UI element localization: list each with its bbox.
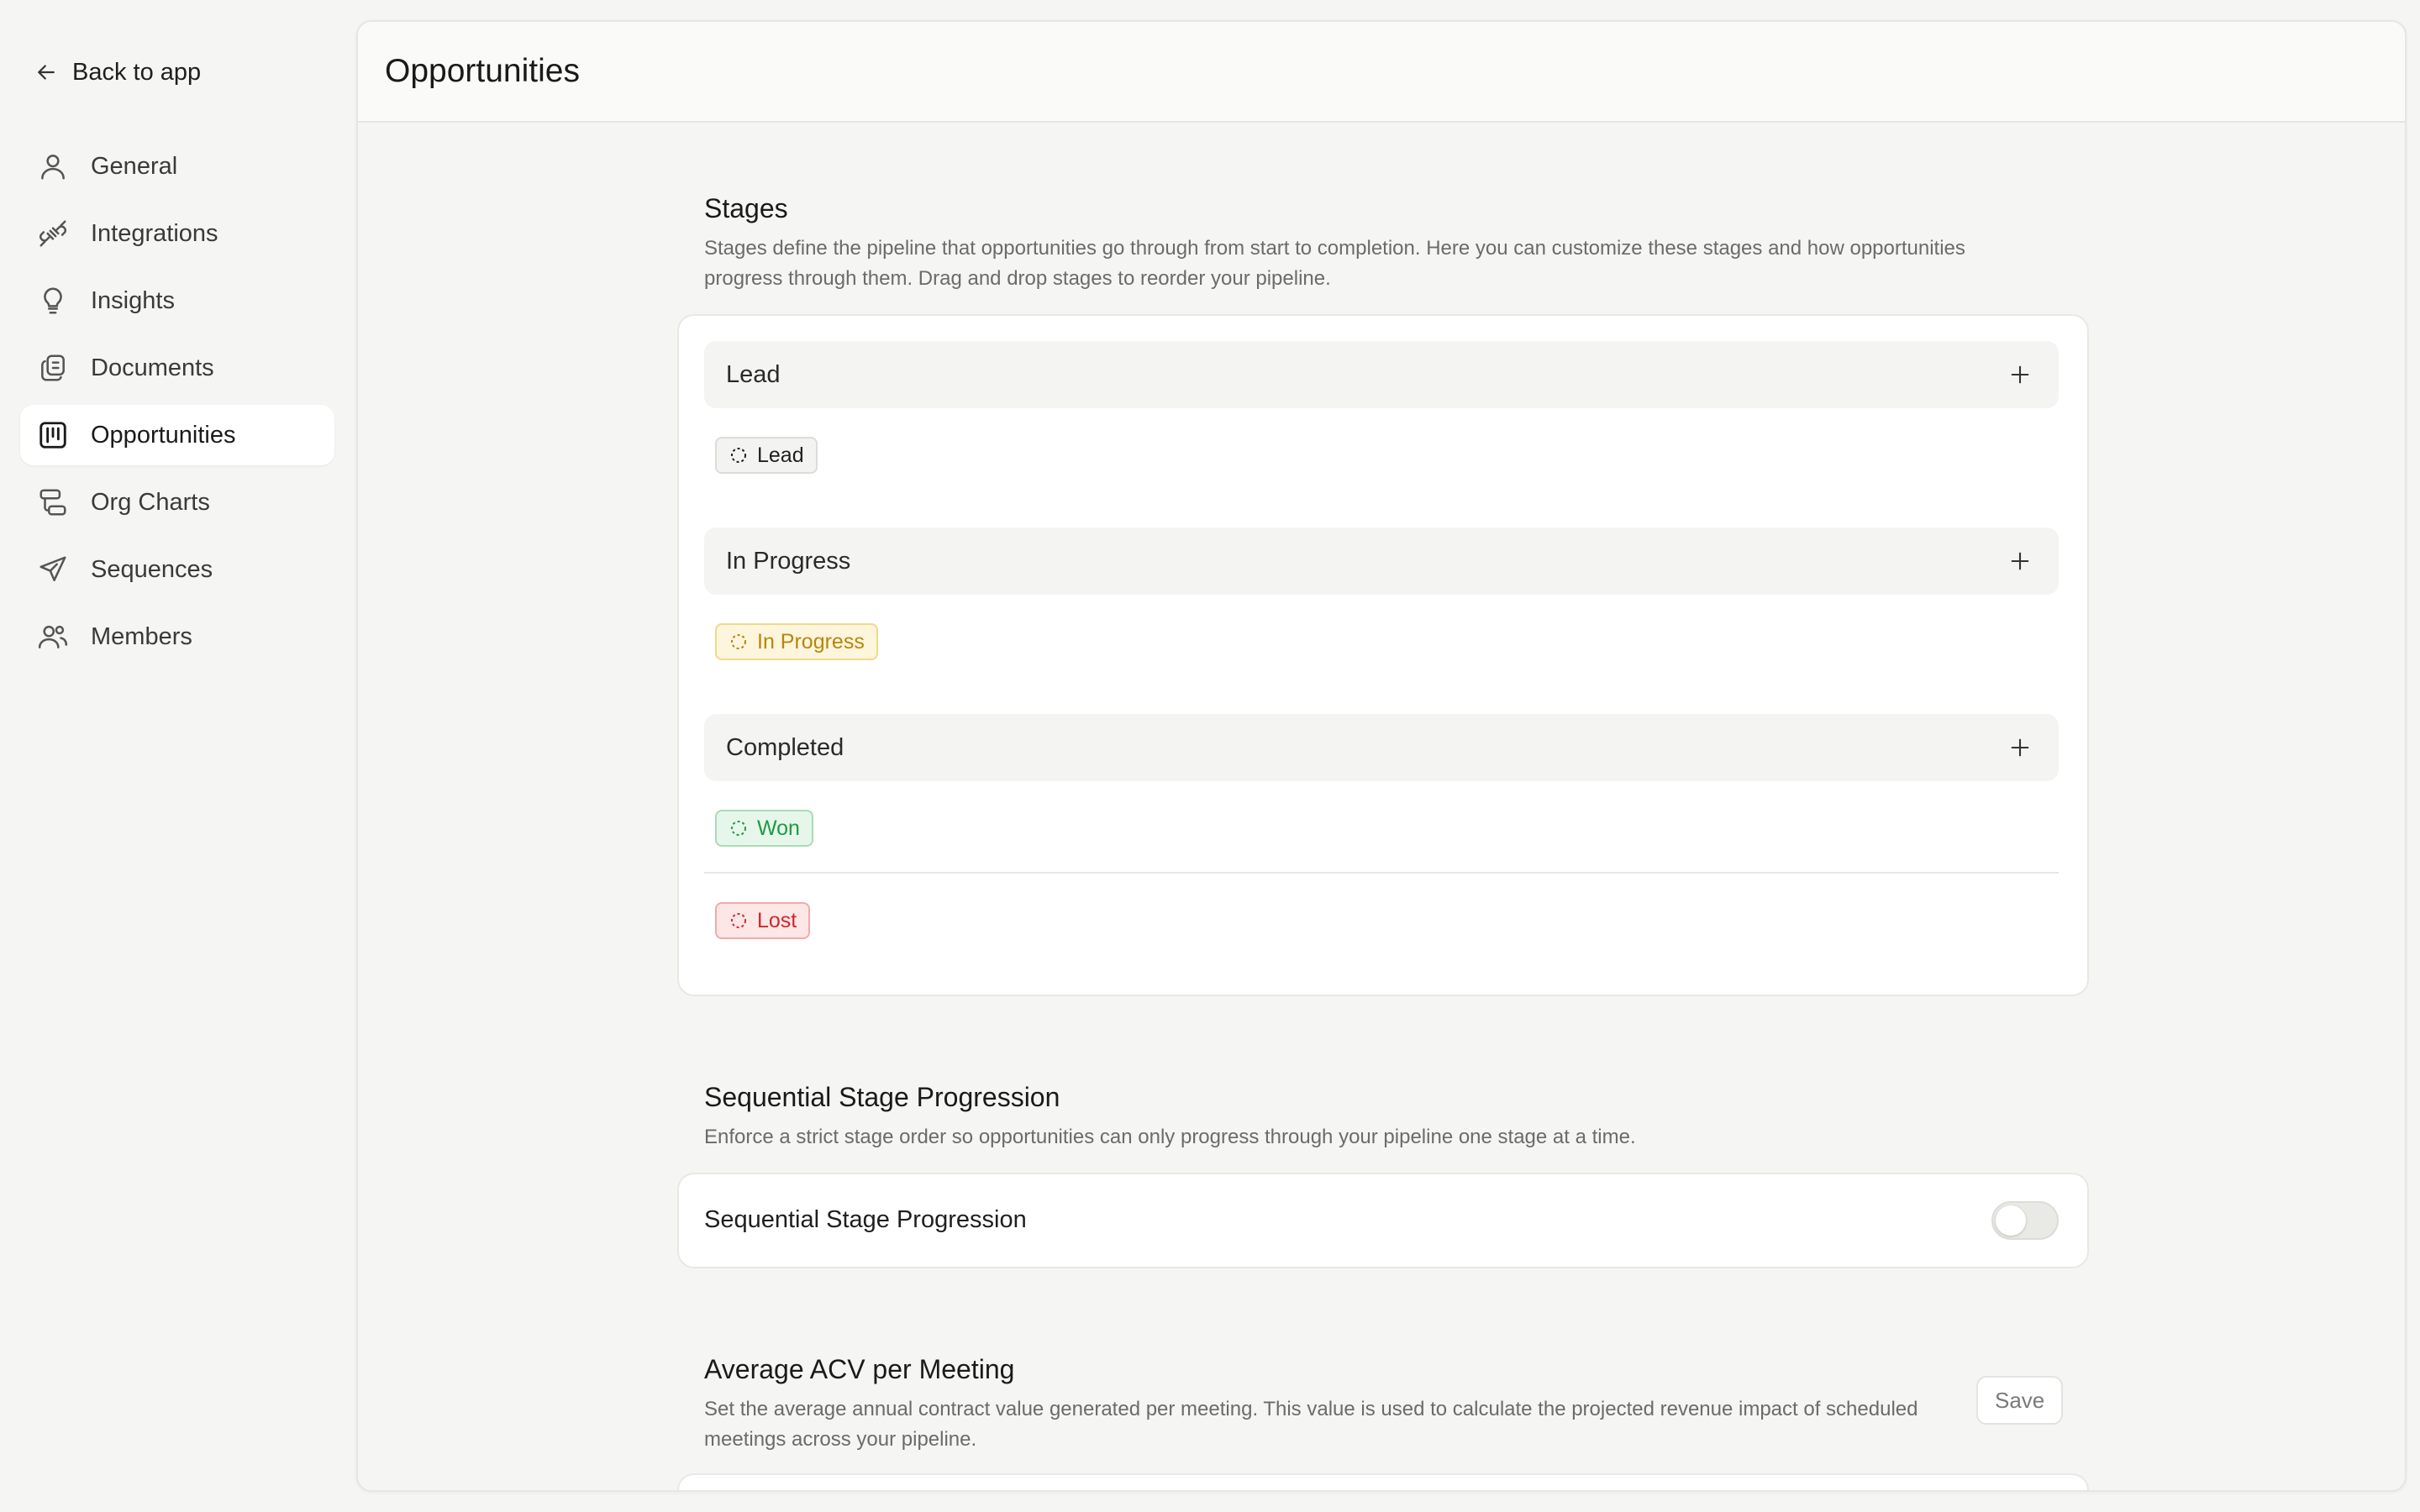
stage-badge-lost[interactable]: Lost: [715, 902, 811, 939]
lightbulb-icon: [44, 287, 62, 314]
sidebar-item-general[interactable]: General: [20, 136, 334, 197]
sidebar-item-label: Opportunities: [91, 421, 236, 449]
dashed-circle-icon: [731, 634, 746, 649]
plus-icon: [2011, 738, 2029, 757]
stage-badge-label: Won: [757, 816, 800, 840]
stage-group-lead[interactable]: Lead: [704, 341, 2059, 408]
settings-sidebar: Back to app General Integrations Insight…: [0, 0, 353, 1512]
back-to-app-label: Back to app: [72, 58, 202, 86]
toggle-knob: [1996, 1205, 2026, 1236]
settings-nav: General Integrations Insights Documents …: [20, 136, 334, 674]
sidebar-item-documents[interactable]: Documents: [20, 338, 334, 398]
stage-group-name: Lead: [726, 360, 781, 388]
arrow-left-icon: [38, 65, 55, 80]
stages-section-description: Stages define the pipeline that opportun…: [704, 237, 1965, 290]
org-chart-icon: [39, 489, 66, 516]
back-to-app-link[interactable]: Back to app: [34, 55, 201, 89]
sidebar-item-opportunities[interactable]: Opportunities: [20, 405, 334, 465]
stage-badge-label: In Progress: [757, 629, 865, 654]
sidebar-item-sequences[interactable]: Sequences: [20, 539, 334, 600]
kanban-icon: [39, 422, 66, 449]
page-header: Opportunities: [358, 22, 2405, 123]
stage-badge-lead[interactable]: Lead: [715, 437, 818, 474]
stages-section-title: Stages: [704, 193, 788, 223]
documents-icon: [41, 354, 65, 381]
sidebar-item-label: Insights: [91, 286, 175, 314]
sidebar-item-label: Integrations: [91, 219, 218, 247]
dashed-circle-icon: [731, 913, 746, 928]
sequential-section-description: Enforce a strict stage order so opportun…: [704, 1126, 1636, 1148]
page-title: Opportunities: [385, 53, 580, 89]
plug-icon: [39, 220, 66, 247]
stage-badge-in-progress[interactable]: In Progress: [715, 623, 878, 660]
stage-group-name: Completed: [726, 733, 844, 761]
users-icon: [38, 625, 68, 648]
sidebar-item-label: Members: [91, 622, 192, 650]
sequential-toggle[interactable]: [1991, 1201, 2059, 1240]
stage-group-name: In Progress: [726, 547, 851, 575]
sidebar-item-org-charts[interactable]: Org Charts: [20, 472, 334, 533]
plus-icon: [2011, 552, 2029, 570]
sidebar-item-label: Documents: [91, 354, 214, 381]
dashed-circle-icon: [731, 448, 746, 463]
stages-card: Lead Lead In Progress In Progress Comple…: [677, 314, 2089, 996]
stage-group-in-progress[interactable]: In Progress: [704, 528, 2059, 595]
plus-icon: [2011, 365, 2029, 384]
add-stage-button[interactable]: [2003, 544, 2037, 578]
stage-divider: [704, 872, 2059, 874]
sidebar-item-members[interactable]: Members: [20, 606, 334, 667]
main-panel: Opportunities Stages Stages define the p…: [356, 20, 2407, 1492]
sequential-section-title: Sequential Stage Progression: [704, 1082, 1060, 1112]
add-stage-button[interactable]: [2003, 358, 2037, 391]
sidebar-item-label: Sequences: [91, 555, 213, 583]
user-icon: [41, 155, 65, 180]
stage-group-completed[interactable]: Completed: [704, 714, 2059, 781]
stage-badge-won[interactable]: Won: [715, 810, 813, 847]
acv-section-description: Set the average annual contract value ge…: [704, 1398, 1918, 1451]
dashed-circle-icon: [731, 821, 746, 836]
save-button[interactable]: Save: [1976, 1376, 2064, 1425]
sidebar-item-integrations[interactable]: Integrations: [20, 203, 334, 264]
sidebar-item-label: Org Charts: [91, 488, 210, 516]
acv-card: [677, 1473, 2089, 1490]
stage-badge-label: Lost: [757, 908, 797, 932]
sidebar-item-label: General: [91, 152, 178, 180]
acv-section-title: Average ACV per Meeting: [704, 1354, 1015, 1384]
sequential-toggle-label: Sequential Stage Progression: [704, 1206, 1027, 1233]
send-icon: [39, 556, 66, 581]
sidebar-item-insights[interactable]: Insights: [20, 270, 334, 331]
sequential-card: Sequential Stage Progression: [677, 1173, 2089, 1268]
add-stage-button[interactable]: [2003, 731, 2037, 764]
stage-badge-label: Lead: [757, 443, 804, 467]
